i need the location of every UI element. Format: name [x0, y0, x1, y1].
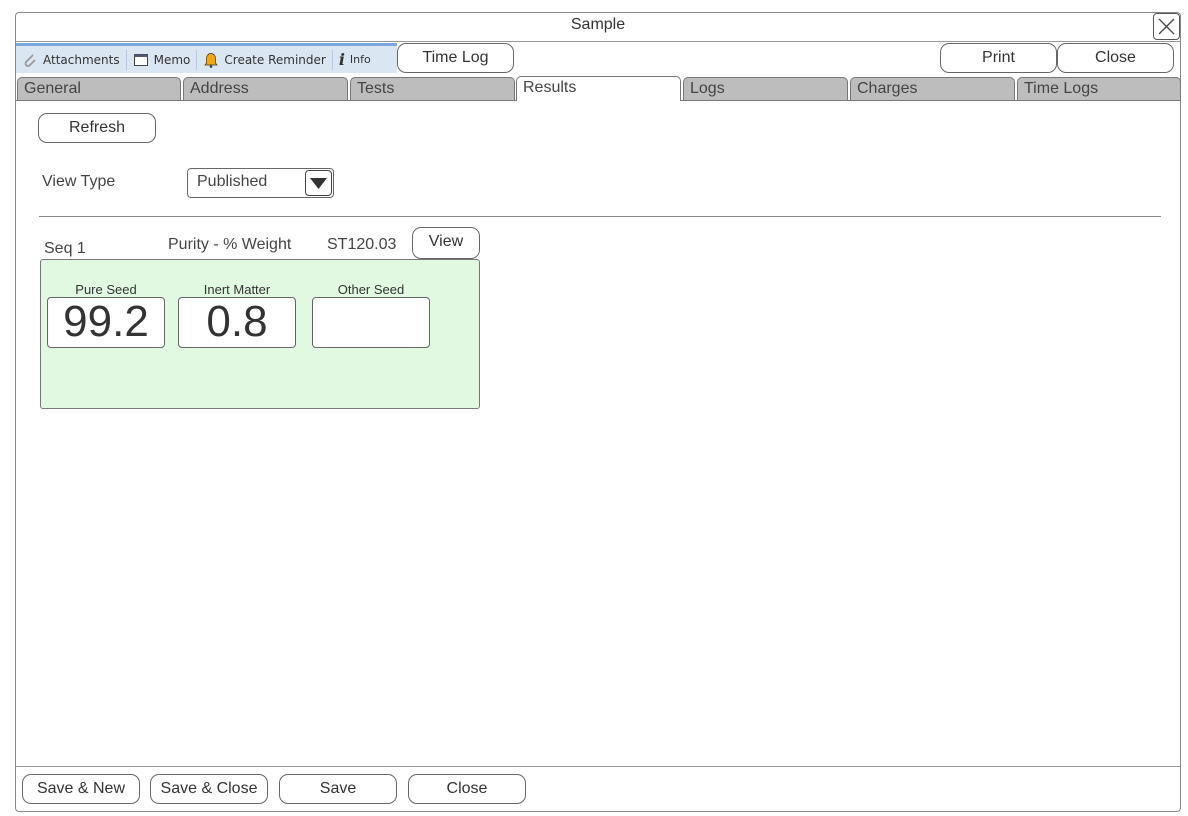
seq-label: Seq 1: [44, 240, 86, 257]
bell-icon: [204, 52, 219, 68]
paperclip-icon: [24, 53, 36, 67]
results-panel: [16, 100, 1180, 767]
memo-label: Memo: [153, 52, 191, 67]
info-button[interactable]: i Info: [333, 50, 377, 70]
create-reminder-button[interactable]: Create Reminder: [197, 49, 333, 70]
chevron-down-icon[interactable]: [305, 170, 332, 196]
attachments-label: Attachments: [43, 52, 120, 67]
view-type-label: View Type: [42, 173, 116, 190]
save-button[interactable]: Save: [279, 774, 397, 804]
tab-address[interactable]: Address: [183, 77, 348, 101]
memo-icon: [133, 53, 148, 66]
time-log-button[interactable]: Time Log: [397, 43, 514, 73]
tab-time-logs[interactable]: Time Logs: [1017, 77, 1181, 101]
info-label: Info: [349, 53, 371, 66]
test-code: ST120.03: [327, 236, 397, 253]
tab-general[interactable]: General: [17, 77, 181, 101]
close-button[interactable]: Close: [408, 774, 526, 804]
window-title: Sample: [15, 12, 1181, 42]
save-new-button[interactable]: Save & New: [22, 774, 140, 804]
pure-seed-label: Pure Seed: [75, 282, 137, 297]
tab-charges[interactable]: Charges: [850, 77, 1015, 101]
test-name: Purity - % Weight: [168, 236, 292, 253]
memo-button[interactable]: Memo: [127, 49, 198, 70]
window-close-button[interactable]: [1153, 13, 1180, 40]
view-type-select[interactable]: Published: [187, 168, 334, 198]
other-seed-input[interactable]: [312, 297, 430, 348]
info-icon: i: [338, 50, 345, 69]
tab-tests[interactable]: Tests: [350, 77, 515, 101]
toolbar: Attachments Memo Create Reminder i Info: [16, 43, 397, 73]
inert-matter-label: Inert Matter: [203, 282, 271, 297]
inert-matter-input[interactable]: 0.8: [178, 297, 296, 348]
refresh-button[interactable]: Refresh: [38, 113, 156, 143]
close-icon: [1158, 18, 1175, 35]
other-seed-label: Other Seed: [337, 282, 405, 297]
close-top-button[interactable]: Close: [1057, 43, 1174, 73]
pure-seed-input[interactable]: 99.2: [47, 297, 165, 348]
save-close-button[interactable]: Save & Close: [150, 774, 268, 804]
reminder-label: Create Reminder: [224, 52, 326, 67]
tab-logs[interactable]: Logs: [683, 77, 848, 101]
attachments-button[interactable]: Attachments: [16, 49, 127, 70]
print-button[interactable]: Print: [940, 43, 1057, 73]
divider: [39, 216, 1161, 217]
view-button[interactable]: View: [412, 227, 480, 259]
view-type-value: Published: [197, 173, 268, 190]
tab-results[interactable]: Results: [516, 76, 681, 101]
